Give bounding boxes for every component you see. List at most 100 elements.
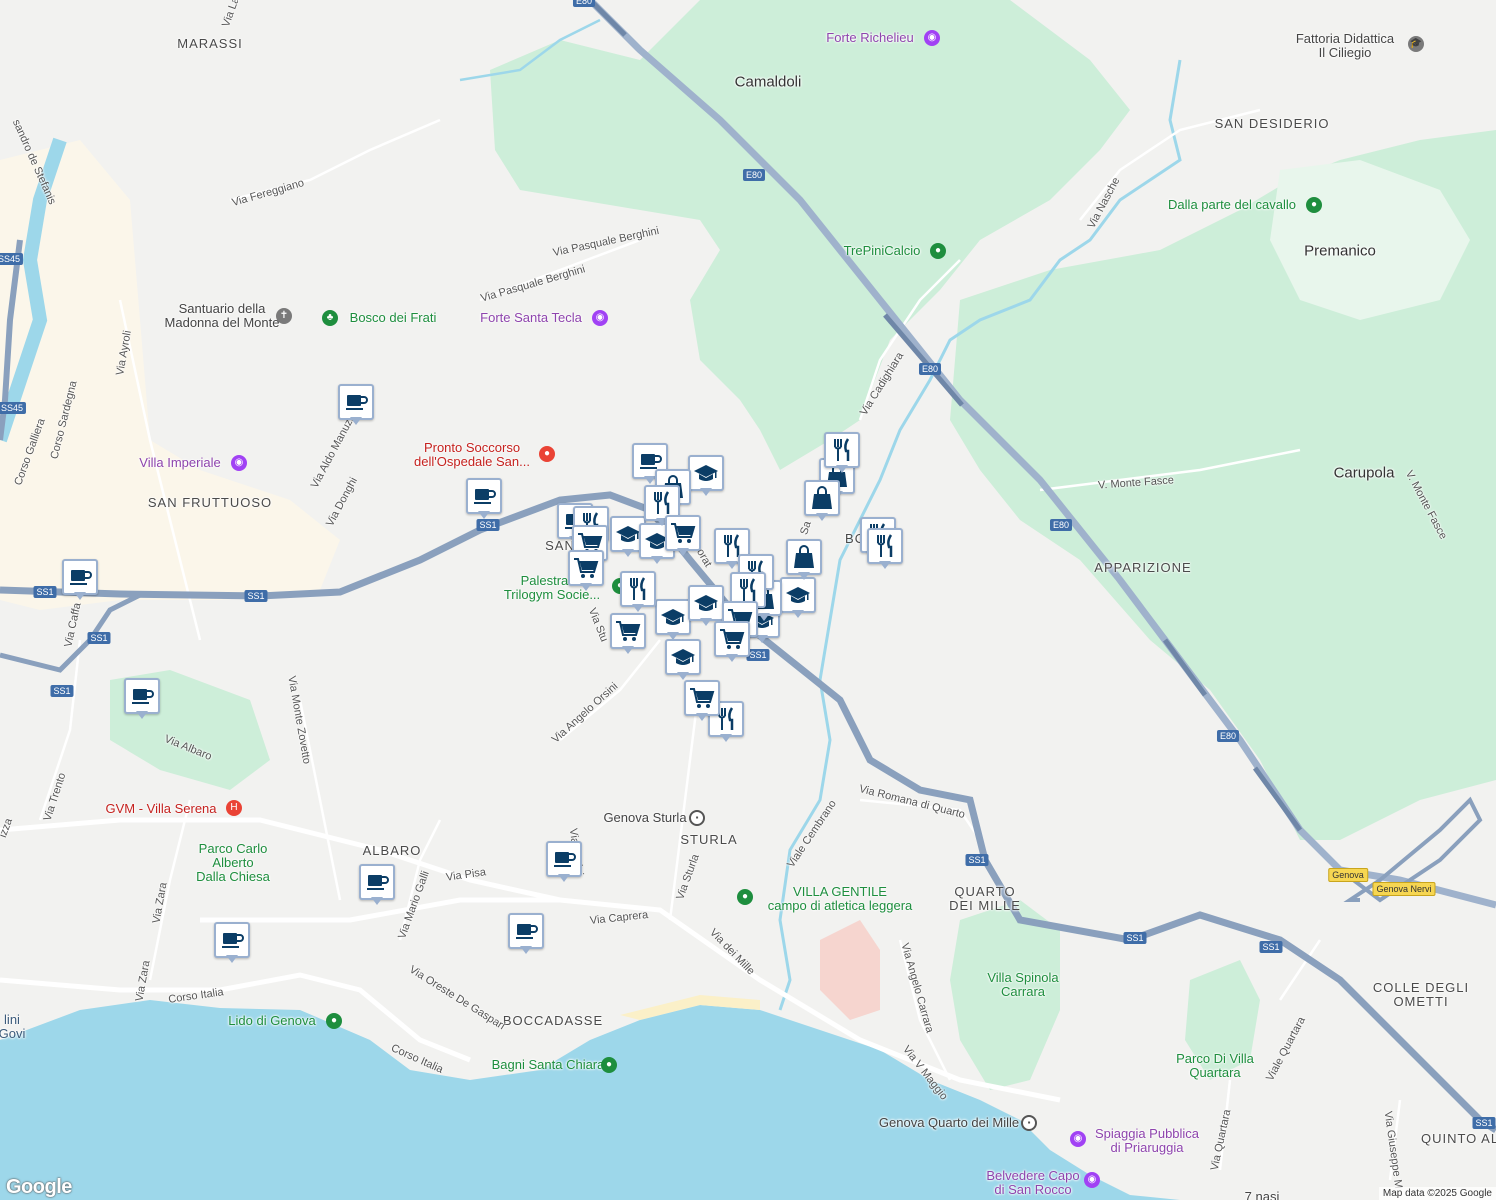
church-icon[interactable]: ✝ [276, 308, 292, 324]
marker-pointer [74, 592, 86, 600]
map-marker-cart[interactable] [665, 515, 701, 557]
map-marker-fork[interactable] [824, 432, 860, 474]
shield-ss1-c: SS1 [244, 590, 268, 602]
graduation-cap-icon [655, 599, 691, 635]
station-icon[interactable]: ▪ [1021, 1115, 1037, 1131]
school-icon[interactable]: 🎓 [1408, 36, 1424, 52]
shield-ss1-a: SS1 [476, 519, 500, 531]
marker-pointer [758, 613, 770, 621]
map-marker-bag[interactable] [786, 539, 822, 581]
park-quartara [1185, 960, 1260, 1080]
map-marker-bag[interactable] [804, 480, 840, 522]
shield-ss45-2: SS45 [0, 402, 27, 414]
map-marker-coffee[interactable] [338, 384, 374, 426]
marker-pointer [478, 511, 490, 519]
map-marker-coffee[interactable] [546, 841, 582, 883]
map-marker-school[interactable] [655, 599, 691, 641]
map-marker-cart[interactable] [684, 680, 720, 722]
villa-gentile-track [820, 920, 880, 1020]
park-icon[interactable]: ● [737, 889, 753, 905]
map-marker-school[interactable] [665, 639, 701, 681]
coffee-cup-icon [338, 384, 374, 420]
park-carrara [950, 900, 1060, 1090]
marker-pointer [836, 465, 848, 473]
map-marker-coffee[interactable] [466, 478, 502, 520]
google-logo: Google [6, 1176, 72, 1198]
shield-e80-4: E80 [1216, 730, 1240, 742]
shield-ss1-e: SS1 [50, 685, 74, 697]
coffee-cup-icon [62, 559, 98, 595]
map-marker-cart[interactable] [568, 550, 604, 592]
marker-pointer [136, 711, 148, 719]
marker-pointer [696, 713, 708, 721]
camera-icon[interactable]: ◉ [592, 310, 608, 326]
marker-pointer [622, 646, 634, 654]
map-marker-coffee[interactable] [214, 922, 250, 964]
marker-pointer [371, 897, 383, 905]
marker-pointer [720, 734, 732, 742]
graduation-cap-icon [688, 585, 724, 621]
camera-icon[interactable]: ◉ [231, 455, 247, 471]
shopping-cart-icon [684, 680, 720, 716]
shopping-cart-icon [568, 550, 604, 586]
marker-pointer [677, 672, 689, 680]
fork-knife-icon [620, 571, 656, 607]
coffee-cup-icon [466, 478, 502, 514]
camera-icon[interactable]: ◉ [1070, 1131, 1086, 1147]
map-marker-coffee[interactable] [124, 678, 160, 720]
park-icon[interactable]: ● [1306, 197, 1322, 213]
graduation-cap-icon [780, 577, 816, 613]
marker-pointer [520, 946, 532, 954]
map-canvas[interactable]: MARASSI SAN FRUTTUOSO SAN DESIDERIO APPARIZ… [0, 0, 1496, 1200]
station-icon[interactable]: ▪ [689, 810, 705, 826]
coffee-cup-icon [359, 864, 395, 900]
shield-e80-top: E80 [572, 0, 596, 7]
map-marker-coffee[interactable] [62, 559, 98, 601]
marker-pointer [226, 955, 238, 963]
shopping-cart-icon [665, 515, 701, 551]
map-marker-coffee[interactable] [359, 864, 395, 906]
park-icon[interactable]: ● [601, 1057, 617, 1073]
map-marker-fork[interactable] [867, 528, 903, 570]
marker-pointer [677, 548, 689, 556]
map-marker-school[interactable] [780, 577, 816, 619]
marker-pointer [700, 618, 712, 626]
shield-e80-2: E80 [918, 363, 942, 375]
marker-pointer [792, 610, 804, 618]
park-icon[interactable]: ● [326, 1013, 342, 1029]
shopping-bag-icon [786, 539, 822, 575]
map-marker-cart[interactable] [714, 621, 750, 663]
shield-ss1-d: SS1 [87, 632, 111, 644]
graduation-cap-icon [665, 639, 701, 675]
marker-pointer [726, 561, 738, 569]
marker-pointer [350, 417, 362, 425]
shopping-cart-icon [610, 613, 646, 649]
map-marker-fork[interactable] [620, 571, 656, 613]
shield-ss1-i: SS1 [1259, 941, 1283, 953]
map-attribution[interactable]: Map data ©2025 Google [1378, 1187, 1496, 1200]
marker-pointer [816, 513, 828, 521]
marker-pointer [726, 654, 738, 662]
marker-pointer [700, 488, 712, 496]
shield-ss1-g: SS1 [965, 854, 989, 866]
hospital-icon[interactable]: H [226, 800, 242, 816]
park-icon[interactable]: ● [930, 243, 946, 259]
map-marker-school[interactable] [688, 455, 724, 497]
map-marker-cart[interactable] [610, 613, 646, 655]
marker-pointer [622, 549, 634, 557]
tree-icon[interactable]: ♣ [322, 310, 338, 326]
map-marker-coffee[interactable] [508, 913, 544, 955]
hospital-pin-icon[interactable]: ● [539, 446, 555, 462]
coffee-cup-icon [508, 913, 544, 949]
shield-genova-nervi: Genova Nervi [1372, 882, 1436, 896]
shield-e80-3: E80 [1049, 519, 1073, 531]
marker-pointer [798, 572, 810, 580]
coffee-cup-icon [546, 841, 582, 877]
shield-ss1-b: SS1 [33, 586, 57, 598]
fork-knife-icon [867, 528, 903, 564]
marker-pointer [580, 583, 592, 591]
camera-icon[interactable]: ◉ [1084, 1172, 1100, 1188]
camera-icon[interactable]: ◉ [924, 30, 940, 46]
shield-genova: Genova [1328, 868, 1368, 882]
shopping-bag-icon [804, 480, 840, 516]
